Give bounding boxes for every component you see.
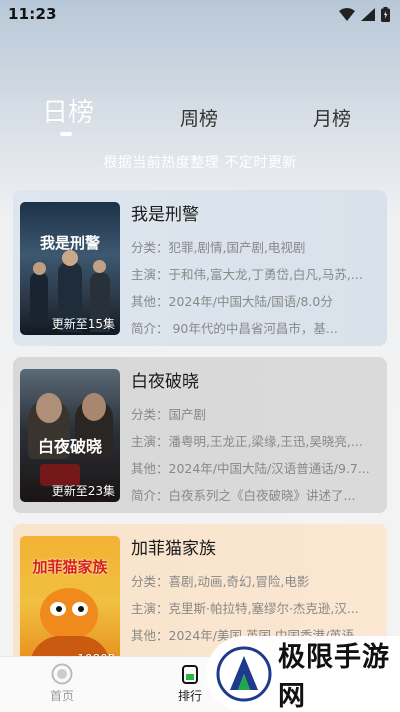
nav-ranking[interactable]: 排行 bbox=[178, 663, 202, 704]
card-info: 我是刑警 分类：犯罪,剧情,国产剧,电视剧 主演：于和伟,富大龙,丁勇岱,白凡,… bbox=[131, 202, 379, 342]
tab-daily[interactable]: 日榜 bbox=[42, 92, 94, 129]
wifi-icon bbox=[339, 7, 355, 21]
tab-indicator bbox=[60, 132, 72, 136]
card-info: 加菲猫家族 分类：喜剧,动画,奇幻,冒险,电影 主演：克里斯·帕拉特,塞缪尔·杰… bbox=[131, 536, 379, 649]
poster-image: 加菲猫家族 1080P bbox=[20, 536, 120, 669]
card-title: 加菲猫家族 bbox=[131, 539, 216, 559]
home-icon bbox=[51, 663, 73, 685]
tab-weekly[interactable]: 周榜 bbox=[180, 104, 218, 131]
card-title: 白夜破晓 bbox=[131, 372, 199, 392]
ranking-card[interactable]: 白夜破晓 更新至23集 白夜破晓 分类：国产剧 主演：潘粤明,王龙正,梁缘,王迅… bbox=[13, 357, 387, 513]
update-badge: 更新至23集 bbox=[51, 484, 115, 498]
signal-icon bbox=[361, 7, 375, 21]
poster-title: 白夜破晓 bbox=[37, 437, 102, 456]
card-cast: 主演：于和伟,富大龙,丁勇岱,白凡,马苏,... bbox=[131, 267, 363, 282]
card-info: 白夜破晓 分类：国产剧 主演：潘粤明,王龙正,梁缘,王迅,吴晓亮,... 其他：… bbox=[131, 369, 379, 509]
watermark-logo-icon bbox=[216, 646, 272, 702]
tab-monthly[interactable]: 月榜 bbox=[313, 104, 351, 131]
ranking-tabs: 日榜 周榜 月榜 bbox=[0, 96, 400, 146]
poster-image: 我是刑警 更新至15集 bbox=[20, 202, 120, 335]
nav-home-label: 首页 bbox=[50, 689, 75, 703]
battery-icon bbox=[381, 6, 390, 22]
status-icons bbox=[339, 6, 390, 22]
poster-title: 我是刑警 bbox=[39, 234, 100, 252]
update-badge: 更新至15集 bbox=[51, 317, 115, 331]
card-category: 分类：犯罪,剧情,国产剧,电视剧 bbox=[131, 240, 306, 255]
card-category: 分类：喜剧,动画,奇幻,冒险,电影 bbox=[131, 574, 310, 589]
card-title: 我是刑警 bbox=[131, 205, 199, 225]
poster-image: 白夜破晓 更新至23集 bbox=[20, 369, 120, 502]
card-intro: 简介：白夜系列之《白夜破晓》讲述了... bbox=[131, 488, 356, 503]
card-cast: 主演：潘粤明,王龙正,梁缘,王迅,吴晓亮,... bbox=[131, 434, 363, 449]
watermark-text: 极限手游网 bbox=[278, 642, 390, 712]
card-cast: 主演：克里斯·帕拉特,塞缪尔·杰克逊,汉... bbox=[131, 601, 359, 616]
ranking-icon bbox=[179, 663, 201, 685]
status-time: 11:23 bbox=[8, 5, 57, 23]
card-other: 其他：2024年/中国大陆/国语/8.0分 bbox=[131, 294, 333, 309]
page-subtitle: 根据当前热度整理 不定时更新 bbox=[103, 155, 297, 171]
poster-title: 加菲猫家族 bbox=[32, 558, 108, 576]
card-category: 分类：国产剧 bbox=[131, 407, 207, 422]
watermark: 极限手游网 bbox=[206, 636, 400, 712]
ranking-card[interactable]: 我是刑警 更新至15集 我是刑警 分类：犯罪,剧情,国产剧,电视剧 主演：于和伟… bbox=[13, 190, 387, 346]
card-other: 其他：2024年/中国大陆/汉语普通话/9.7... bbox=[131, 461, 370, 476]
status-bar: 11:23 bbox=[0, 0, 400, 28]
nav-home[interactable]: 首页 bbox=[50, 663, 74, 704]
nav-ranking-label: 排行 bbox=[178, 689, 203, 703]
card-intro: 简介： 90年代的中昌省河昌市，基... bbox=[131, 321, 338, 336]
